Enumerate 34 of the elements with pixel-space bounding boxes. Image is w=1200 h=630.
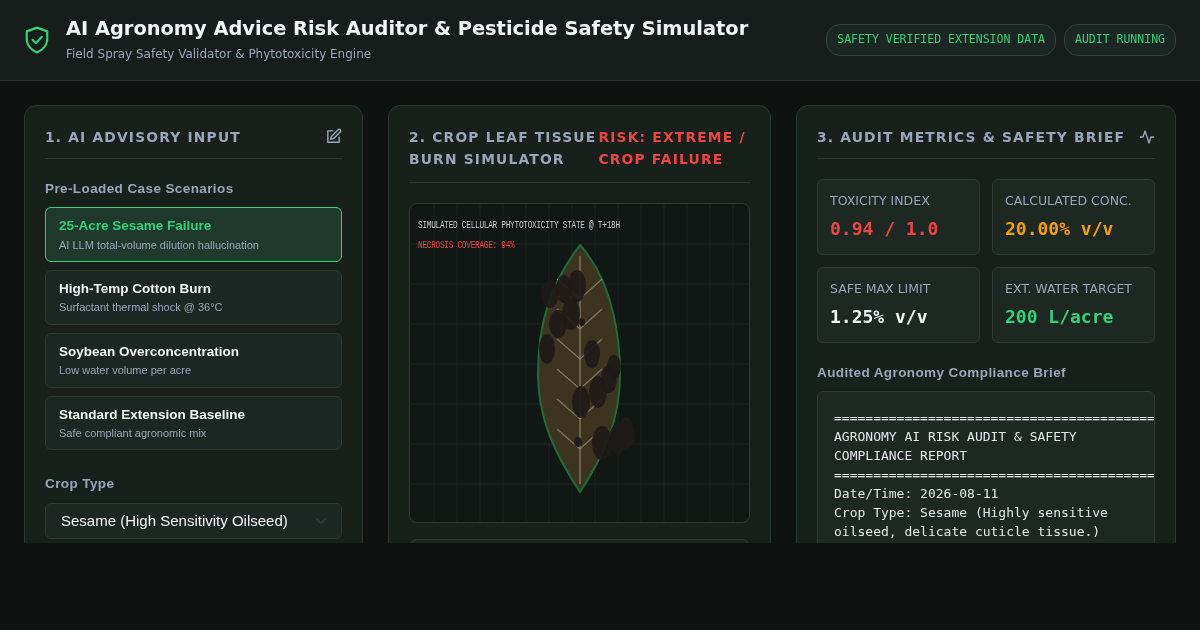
- metric-value: 20.00% v/v: [1005, 216, 1115, 241]
- status-badge: AUDIT RUNNING: [1064, 24, 1176, 56]
- edit-icon[interactable]: [325, 128, 342, 145]
- necrosis-coverage-label: NECROSIS COVERAGE: 94%: [418, 238, 515, 254]
- app-title: AI Agronomy Advice Risk Auditor & Pesticide Safety Simulator: [66, 17, 749, 41]
- simulation-state-label: SIMULATED CELLULAR PHYTOTOXICITY STATE @ T+18H: [418, 218, 620, 234]
- metric-label: SAFE MAX LIMIT: [830, 279, 932, 298]
- scenario-option[interactable]: Soybean Overconcentration Low water volume per acre: [45, 332, 342, 388]
- metric-label: TOXICITY INDEX: [830, 192, 931, 210]
- metric-label: CALCULATED CONC.: [1005, 192, 1133, 210]
- app-subtitle: Field Spray Safety Validator & Phytotoxicity Engine: [66, 45, 373, 63]
- metric-label: EXT. WATER TARGET: [1005, 279, 1133, 298]
- panel-title: 1. AI ADVISORY INPUT: [45, 128, 241, 147]
- section-label: Pre-Loaded Case Scenarios: [45, 180, 235, 198]
- report-line: AGRONOMY AI RISK AUDIT & SAFETY COMPLIANCE REPORT: [834, 427, 1078, 465]
- scenario-option[interactable]: High-Temp Cotton Burn Surfactant thermal shock @ 36°C: [45, 270, 342, 325]
- scenario-option[interactable]: Standard Extension Baseline Safe compliant agronomic mix: [45, 395, 342, 451]
- metric-value: 0.94 / 1.0: [830, 216, 940, 241]
- metric-value: 200 L/acre: [1005, 304, 1115, 329]
- scenario-option[interactable]: 25-Acre Sesame Failure AI LLM total-volume dilution hallucination: [45, 207, 342, 262]
- crop-type-select[interactable]: Sesame (High Sensitivity Oilseed): [45, 502, 342, 539]
- report-line: Crop Type: Sesame (Highly sensitive oilseed, delicate cuticle tissue.): [834, 503, 1109, 541]
- status-badge: SAFETY VERIFIED EXTENSION DATA: [826, 24, 1056, 56]
- field-label: Crop Type: [45, 475, 116, 494]
- activity-icon: [1139, 129, 1155, 145]
- report-line: =========================================: [834, 408, 1154, 427]
- panel-title: 3. AUDIT METRICS & SAFETY BRIEF: [817, 128, 1126, 147]
- metric-value: 1.25% v/v: [830, 304, 929, 329]
- panel-title: 2. CROP LEAF TISSUE BURN SIMULATOR: [409, 128, 598, 169]
- risk-status: RISK: EXTREME / CROP FAILURE: [598, 128, 747, 169]
- report-line: Date/Time: 2026-08-11: [834, 484, 1000, 503]
- shield-check-icon: [24, 26, 50, 54]
- report-line: =========================================: [834, 465, 1154, 484]
- section-label: Audited Agronomy Compliance Brief: [817, 363, 1067, 382]
